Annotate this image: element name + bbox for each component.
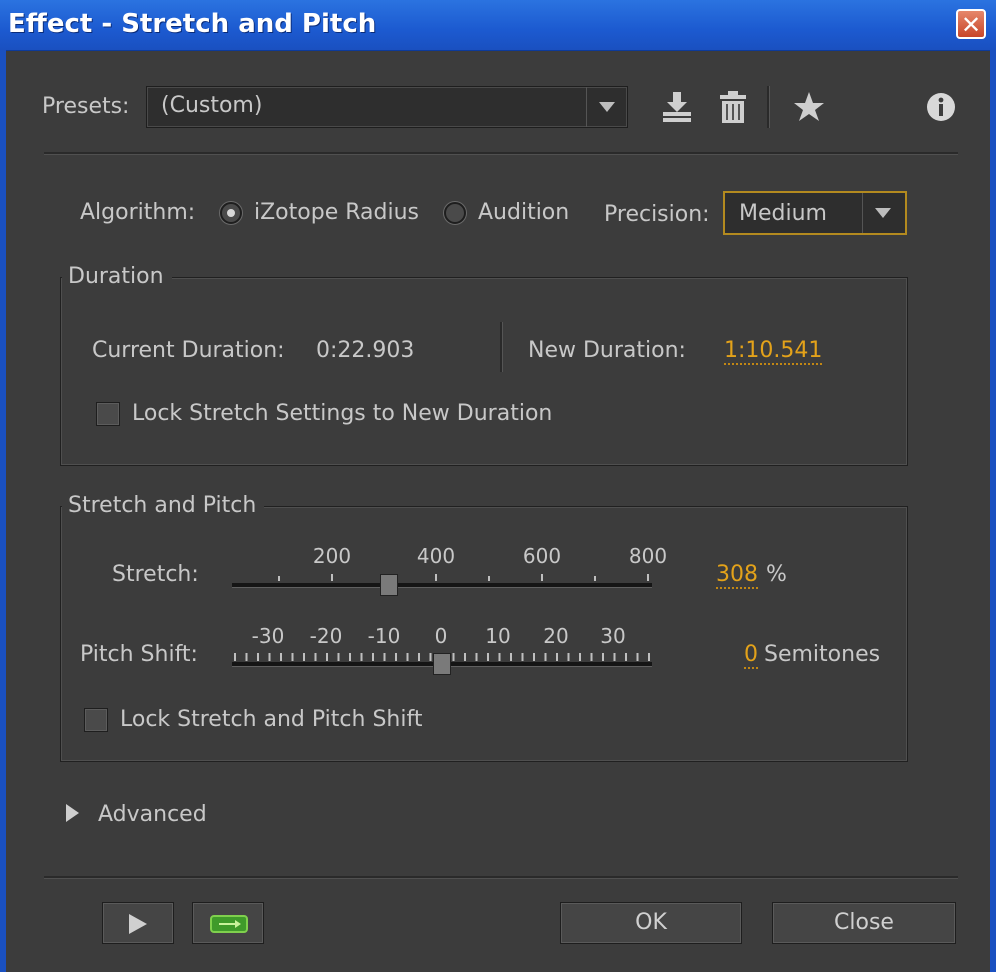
chevron-down-icon [599,102,615,112]
window-frame-right [990,50,996,972]
current-duration-label: Current Duration: [92,338,285,363]
lock-stretch-pitch-checkbox[interactable] [84,708,108,732]
presets-label: Presets: [42,94,130,119]
stretch-tick [594,576,596,581]
stretch-tick [278,576,280,581]
pitch-tick-label: 0 [434,624,448,648]
pitch-tick-label: 30 [600,624,626,648]
pitch-tick-label: 20 [543,624,569,648]
stretch-tick [647,574,649,581]
lock-duration-checkbox[interactable] [96,402,120,426]
pitch-shift-label: Pitch Shift: [80,642,198,667]
current-duration-value: 0:22.903 [316,338,415,363]
precision-dropdown[interactable]: Medium [723,191,907,235]
radio-izotope-radius[interactable] [220,202,242,224]
pitch-value[interactable]: 0 [744,642,758,669]
precision-label: Precision: [604,202,710,227]
radio-audition-label[interactable]: Audition [478,200,569,225]
stretch-tick [541,574,543,581]
lock-stretch-pitch-label[interactable]: Lock Stretch and Pitch Shift [120,707,422,732]
stretch-tick-label: 200 [312,544,352,568]
favorite-star-icon[interactable] [792,90,826,124]
pitch-tick-label: -10 [367,624,401,648]
loop-icon [210,915,248,933]
ok-button[interactable]: OK [560,902,742,944]
stretch-tick-label: 800 [628,544,668,568]
save-preset-icon[interactable] [660,90,694,124]
radio-izotope-radius-label[interactable]: iZotope Radius [254,200,419,225]
title-bar: Effect - Stretch and Pitch ✕ [0,0,996,51]
stretch-label: Stretch: [112,562,199,587]
precision-value: Medium [739,201,827,226]
presets-dropdown[interactable]: (Custom) [146,86,628,128]
stretch-tick [331,574,333,581]
pitch-tick-label: 10 [485,624,511,648]
window-title: Effect - Stretch and Pitch [8,9,377,39]
pitch-tick-label: -30 [251,624,285,648]
stretch-tick [435,574,437,581]
preview-play-button[interactable] [102,902,174,944]
stretch-tick-label: 600 [522,544,562,568]
stretch-unit: % [766,562,787,587]
delete-preset-icon[interactable] [718,90,748,124]
play-icon [129,914,147,934]
presets-dropdown-arrow[interactable] [586,87,627,127]
stretch-tick [488,576,490,581]
stretch-tick-label: 400 [416,544,456,568]
footer-separator [44,876,958,879]
pitch-unit: Semitones [764,642,881,667]
radio-audition[interactable] [444,202,466,224]
loop-toggle-button[interactable] [192,902,264,944]
presets-value: (Custom) [161,93,263,118]
new-duration-label: New Duration: [528,338,686,363]
duration-group [60,277,908,466]
stretch-value[interactable]: 308 [716,562,758,589]
presets-separator [44,152,958,155]
pitch-slider-thumb[interactable] [433,653,451,675]
stretch-pitch-group-title: Stretch and Pitch [62,493,265,518]
stretch-slider-track[interactable] [232,583,652,588]
info-icon[interactable] [926,92,956,122]
duration-group-title: Duration [62,264,172,289]
duration-divider [500,322,503,372]
advanced-toggle-label[interactable]: Advanced [98,802,207,827]
advanced-expand-icon[interactable] [66,804,79,822]
new-duration-value[interactable]: 1:10.541 [724,338,823,365]
lock-duration-label[interactable]: Lock Stretch Settings to New Duration [132,401,552,426]
precision-dropdown-arrow[interactable] [862,193,905,233]
algorithm-label: Algorithm: [80,200,196,225]
toolbar-divider [767,86,770,128]
pitch-tick-label: -20 [309,624,343,648]
window-frame-left [0,50,6,972]
chevron-down-icon [875,208,891,218]
radio-selected-dot [227,209,235,217]
close-window-button[interactable]: ✕ [956,9,986,39]
stretch-slider-thumb[interactable] [380,574,398,596]
close-button[interactable]: Close [772,902,956,944]
